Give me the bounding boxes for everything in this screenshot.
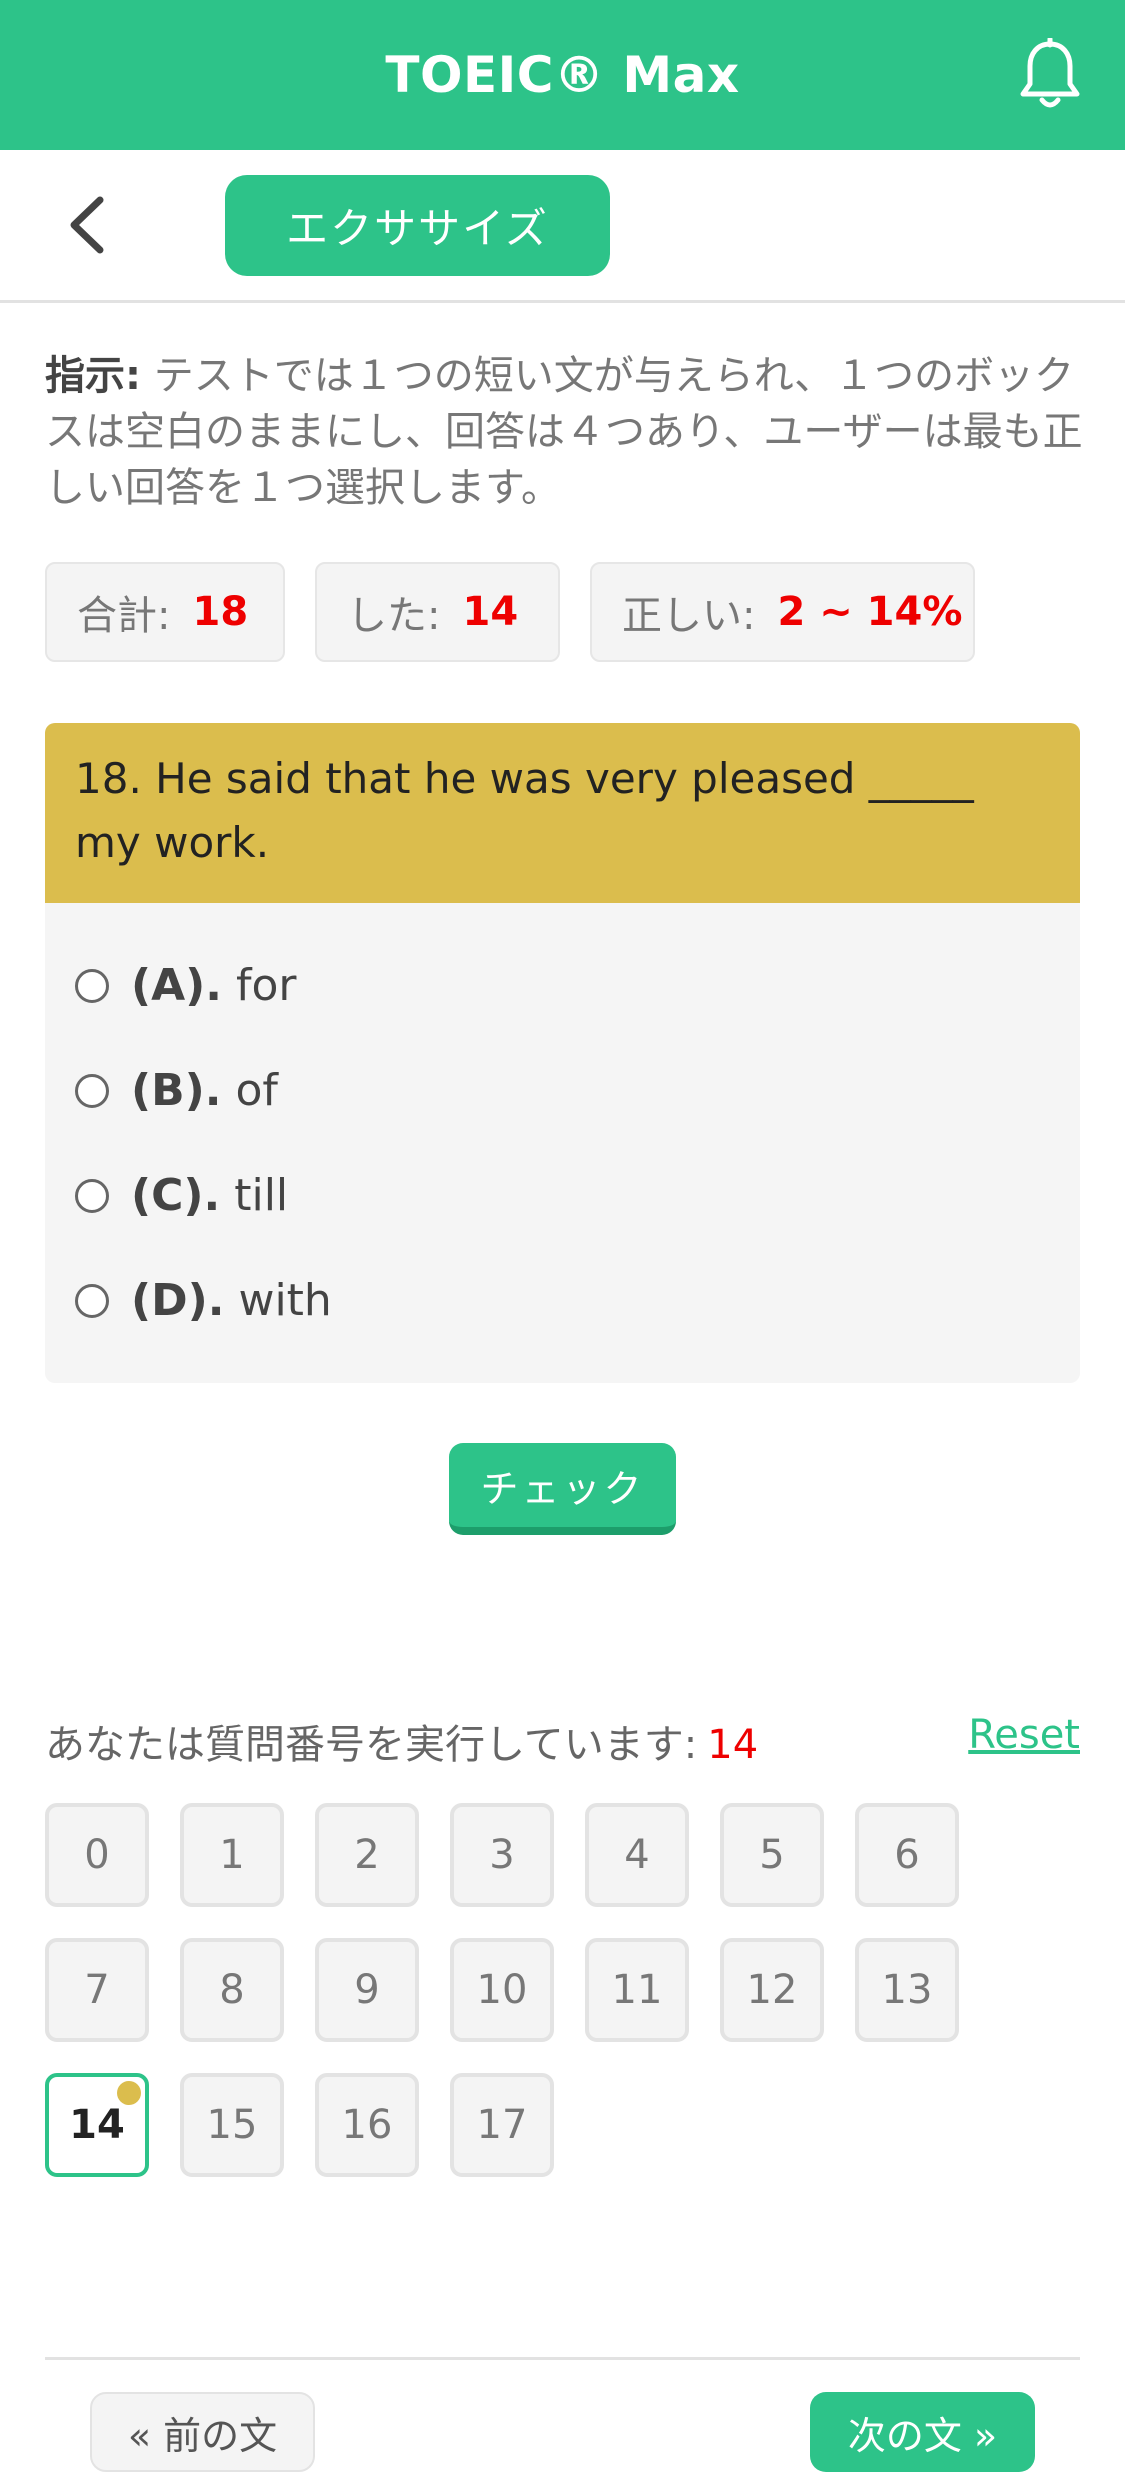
- option-text: of: [235, 1065, 278, 1116]
- stat-done: した: 14: [315, 562, 560, 662]
- radio-button[interactable]: [75, 1283, 109, 1318]
- radio-button[interactable]: [75, 1178, 109, 1213]
- question-number-label: 0: [84, 1832, 110, 1878]
- stat-total-value: 18: [192, 589, 249, 635]
- question-number-label: 5: [759, 1832, 785, 1878]
- question-number-label: 8: [219, 1967, 245, 2013]
- question-number-label: 11: [611, 1967, 663, 2013]
- question-number-label: 10: [476, 1967, 528, 2013]
- option-key: (B).: [131, 1065, 222, 1116]
- exercise-tab-button[interactable]: エクササイズ: [225, 175, 610, 276]
- bell-icon[interactable]: [1015, 38, 1085, 112]
- stat-total: 合計: 18: [45, 562, 285, 662]
- option-c[interactable]: (C). till: [45, 1143, 1080, 1248]
- reset-link[interactable]: Reset: [968, 1712, 1080, 1758]
- stat-correct: 正しい: 2 ~ 14%: [590, 562, 975, 662]
- instructions-label: 指示:: [45, 353, 141, 399]
- option-text: with: [238, 1275, 332, 1326]
- question-number-label: 13: [881, 1967, 933, 2013]
- question-number-label: 7: [84, 1967, 110, 2013]
- question-number-cell[interactable]: 7: [45, 1938, 149, 2042]
- option-key: (C).: [131, 1170, 221, 1221]
- question-number-label: 17: [476, 2102, 528, 2148]
- stat-correct-value: 2 ~ 14%: [777, 589, 963, 635]
- question-number-label: 6: [894, 1832, 920, 1878]
- next-sentence-button[interactable]: 次の文 »: [810, 2392, 1035, 2472]
- current-marker-dot: [117, 2081, 141, 2105]
- question-number-cell[interactable]: 3: [450, 1803, 554, 1907]
- question-number-label: 16: [341, 2102, 393, 2148]
- chevron-left-icon[interactable]: [60, 192, 120, 258]
- question-number-label: 4: [624, 1832, 650, 1878]
- stat-done-value: 14: [462, 589, 519, 635]
- check-button[interactable]: チェック: [449, 1443, 676, 1535]
- option-b[interactable]: (B). of: [45, 1038, 1080, 1143]
- question-number-label: 14: [69, 2102, 125, 2148]
- question-number-cell[interactable]: 13: [855, 1938, 959, 2042]
- question-number-label: 2: [354, 1832, 380, 1878]
- option-text: till: [234, 1170, 289, 1221]
- question-number-cell[interactable]: 15: [180, 2073, 284, 2177]
- question-number-label: 15: [206, 2102, 258, 2148]
- instructions: 指示: テストでは１つの短い文が与えられ、１つのボックスは空白のままにし、回答は…: [45, 348, 1085, 516]
- option-a[interactable]: (A). for: [45, 933, 1080, 1038]
- divider: [45, 2357, 1080, 2360]
- question-number-cell[interactable]: 5: [720, 1803, 824, 1907]
- instructions-text: テストでは１つの短い文が与えられ、１つのボックスは空白のままにし、回答は４つあり…: [45, 353, 1083, 511]
- question-number-label: 1: [219, 1832, 245, 1878]
- prev-sentence-button[interactable]: « 前の文: [90, 2392, 315, 2472]
- question-number-label: 12: [746, 1967, 798, 2013]
- question-card: 18. He said that he was very pleased ___…: [45, 723, 1080, 1383]
- question-number-cell[interactable]: 17: [450, 2073, 554, 2177]
- question-number-cell[interactable]: 1: [180, 1803, 284, 1907]
- stat-done-label: した:: [347, 593, 441, 639]
- radio-button[interactable]: [75, 1073, 109, 1108]
- option-key: (D).: [131, 1275, 225, 1326]
- app-title: TOEIC® Max: [385, 46, 740, 104]
- question-number-cell[interactable]: 9: [315, 1938, 419, 2042]
- answer-options: (A). for (B). of (C). till (D). with: [45, 903, 1080, 1353]
- question-text: 18. He said that he was very pleased ___…: [45, 723, 1080, 903]
- question-number-cell[interactable]: 4: [585, 1803, 689, 1907]
- radio-button[interactable]: [75, 968, 109, 1003]
- current-question-number: 14: [707, 1722, 759, 1768]
- stat-correct-label: 正しい:: [622, 593, 756, 639]
- option-key: (A).: [131, 960, 222, 1011]
- question-number-cell[interactable]: 2: [315, 1803, 419, 1907]
- question-number-cell[interactable]: 6: [855, 1803, 959, 1907]
- option-d[interactable]: (D). with: [45, 1248, 1080, 1353]
- question-number-cell[interactable]: 16: [315, 2073, 419, 2177]
- question-number-cell[interactable]: 12: [720, 1938, 824, 2042]
- option-text: for: [236, 960, 297, 1011]
- sub-toolbar: エクササイズ: [0, 150, 1125, 303]
- stat-total-label: 合計:: [77, 593, 171, 639]
- question-number-cell[interactable]: 8: [180, 1938, 284, 2042]
- question-number-label: 9: [354, 1967, 380, 2013]
- question-number-cell[interactable]: 14: [45, 2073, 149, 2177]
- question-number-cell[interactable]: 11: [585, 1938, 689, 2042]
- progress-indicator: あなたは質問番号を実行しています: 14: [45, 1712, 758, 1770]
- question-number-cell[interactable]: 0: [45, 1803, 149, 1907]
- progress-label: あなたは質問番号を実行しています:: [45, 1722, 698, 1768]
- app-header: TOEIC® Max: [0, 0, 1125, 150]
- question-number-label: 3: [489, 1832, 515, 1878]
- question-number-cell[interactable]: 10: [450, 1938, 554, 2042]
